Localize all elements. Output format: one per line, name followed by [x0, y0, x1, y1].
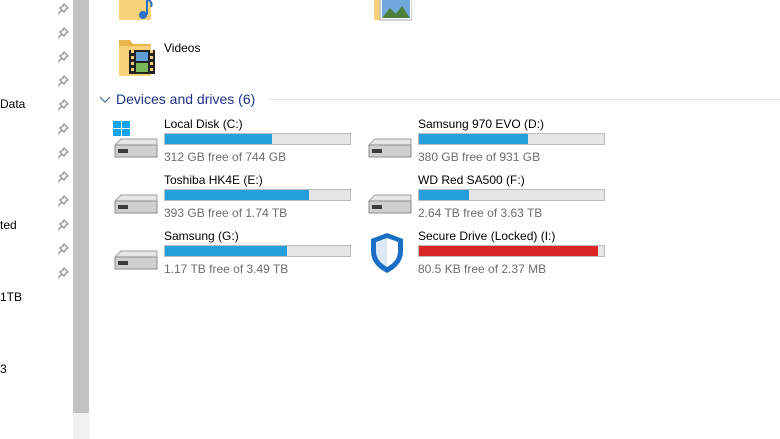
drive-name: WD Red SA500 (F:) [418, 173, 525, 187]
devices-and-drives-header[interactable]: Devices and drives (6) [98, 90, 255, 108]
drive-free-space: 2.64 TB free of 3.63 TB [418, 206, 543, 220]
drive-usage-bar [418, 245, 605, 257]
drive-free-space: 380 GB free of 931 GB [418, 150, 541, 164]
drive-tile[interactable]: Local Disk (C:) 312 GB free of 744 GB [113, 117, 363, 165]
pin-icon [57, 75, 69, 87]
folder-label: Videos [164, 41, 201, 55]
drive-usage-fill [165, 134, 273, 144]
drive-tile[interactable]: Secure Drive (Locked) (I:) 80.5 KB free … [367, 229, 617, 277]
drive-name: Samsung (G:) [164, 229, 239, 243]
drive-free-space: 80.5 KB free of 2.37 MB [418, 262, 547, 276]
drive-free-space: 312 GB free of 744 GB [164, 150, 287, 164]
hard-drive-icon [114, 250, 158, 270]
drive-usage-fill [419, 190, 469, 200]
pin-icon [57, 123, 69, 135]
hard-drive-icon [368, 138, 412, 158]
videos-folder[interactable]: Videos [117, 36, 257, 78]
windows-drive-icon [113, 121, 158, 158]
pictures-folder-icon [374, 0, 413, 21]
music-folder-icon [119, 0, 153, 20]
pin-icon [57, 267, 69, 279]
drive-tile[interactable]: Toshiba HK4E (E:) 393 GB free of 1.74 TB [113, 173, 363, 221]
drive-usage-fill [165, 190, 310, 200]
drive-usage-bar [418, 133, 605, 145]
videos-folder-icon [119, 40, 155, 76]
nav-item-label[interactable]: 3 [0, 362, 7, 376]
drive-usage-fill [165, 246, 288, 256]
hard-drive-icon [368, 194, 412, 214]
pin-icon [57, 3, 69, 15]
drive-tile[interactable]: Samsung 970 EVO (D:) 380 GB free of 931 … [367, 117, 617, 165]
pictures-folder[interactable] [372, 0, 413, 22]
nav-item-label[interactable]: ted [0, 218, 17, 232]
drive-name: Secure Drive (Locked) (I:) [418, 229, 556, 243]
drive-tile[interactable]: WD Red SA500 (F:) 2.64 TB free of 3.63 T… [367, 173, 617, 221]
scrollbar-thumb[interactable] [73, 0, 89, 413]
hard-drive-icon [114, 194, 158, 214]
pin-icon [57, 27, 69, 39]
drive-usage-bar [418, 189, 605, 201]
pin-icon [57, 219, 69, 231]
chevron-down-icon [99, 96, 111, 103]
drive-free-space: 393 GB free of 1.74 TB [164, 206, 288, 220]
content-pane: Videos Devices and drives (6) Local Disk… [89, 0, 780, 439]
pin-icon [57, 99, 69, 111]
drive-tile[interactable]: Samsung (G:) 1.17 TB free of 3.49 TB [113, 229, 363, 277]
drive-name: Samsung 970 EVO (D:) [418, 117, 545, 131]
drive-usage-bar [164, 133, 351, 145]
section-divider [268, 99, 780, 100]
pin-icon [57, 147, 69, 159]
navigation-scrollbar[interactable] [73, 0, 89, 439]
nav-item-label[interactable]: Data [0, 97, 25, 111]
music-folder[interactable] [117, 0, 157, 22]
drive-usage-fill [419, 246, 599, 256]
drive-name: Local Disk (C:) [164, 117, 243, 131]
pin-icon [57, 171, 69, 183]
pin-icon [57, 195, 69, 207]
drive-usage-bar [164, 245, 351, 257]
drive-free-space: 1.17 TB free of 3.49 TB [164, 262, 289, 276]
section-title: Devices and drives (6) [116, 91, 256, 107]
nav-item-label[interactable]: 1TB [0, 290, 22, 304]
pin-icon [57, 51, 69, 63]
pin-icon [57, 243, 69, 255]
drive-usage-fill [419, 134, 529, 144]
drive-usage-bar [164, 189, 351, 201]
drive-name: Toshiba HK4E (E:) [164, 173, 263, 187]
shield-icon [371, 233, 403, 273]
navigation-pane: Data ted 1TB 3 [0, 0, 73, 439]
